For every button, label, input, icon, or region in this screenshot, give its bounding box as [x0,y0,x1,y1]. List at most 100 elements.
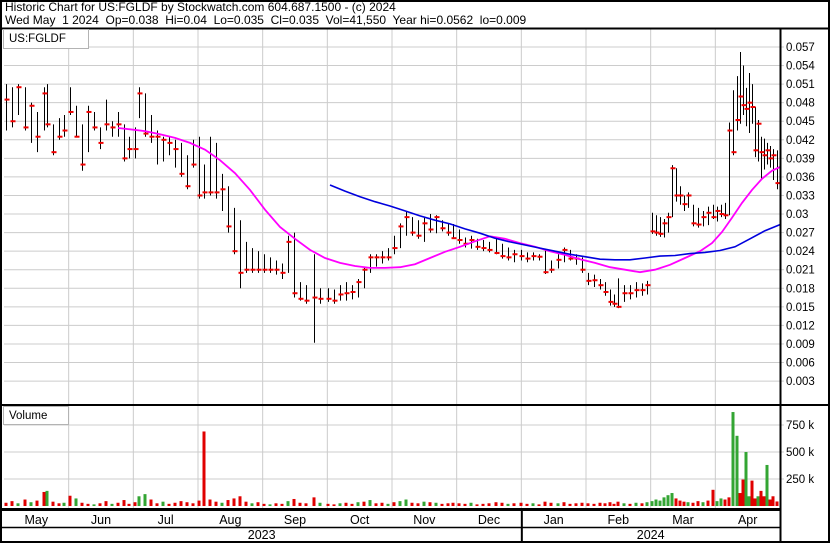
close-tick [332,299,338,302]
close-tick [765,149,771,152]
close-tick [670,167,676,170]
volume-bar [149,499,153,506]
close-tick [191,163,197,166]
month-label: Nov [413,513,436,527]
volume-bar [416,503,420,506]
volume-bar [469,502,473,506]
close-tick [512,253,518,256]
close-tick [580,268,586,271]
volume-bar [179,501,183,506]
volume-bar [592,503,596,506]
volume-bar [133,502,137,506]
volume-bar [612,503,616,506]
volume-bar [701,502,705,506]
close-tick [292,292,298,295]
volume-bar [143,494,147,506]
close-tick [682,203,688,206]
volume-bar [80,502,84,506]
volume-bar [650,501,654,506]
price-axis-label: 0.036 [786,172,815,184]
volume-bar [250,503,254,506]
volume-bar [762,496,766,506]
volume-bar [202,431,206,506]
volume-bar [662,497,666,506]
volume-bar [232,498,236,506]
close-tick [57,135,63,138]
close-tick [122,157,128,160]
close-tick [74,135,80,138]
close-tick [10,120,16,123]
volume-bar [622,503,626,506]
close-tick [543,271,549,274]
close-tick [519,255,525,258]
close-tick [696,223,702,226]
volume-bar [29,502,33,506]
close-tick [167,141,173,144]
close-tick [344,292,350,295]
price-axis-label: 0.033 [786,190,815,202]
volume-bar [185,502,189,506]
close-tick [603,290,609,293]
close-tick [226,225,232,228]
volume-bar [735,435,739,506]
volume-bar [368,500,372,506]
volume-axis-label: 500 k [786,447,814,459]
volume-bar [392,502,396,506]
volume-bar [344,502,348,506]
volume-bar [666,495,670,506]
volume-bar [57,503,61,506]
volume-bar [519,502,523,506]
price-axis-label: 0.039 [786,153,815,165]
close-tick [645,284,651,287]
month-label: Dec [478,513,500,527]
volume-bar [674,498,678,506]
close-tick [110,126,116,129]
volume-label: Volume [9,409,48,422]
volume-bar [318,502,322,506]
close-tick [451,237,457,240]
close-tick [197,194,203,197]
price-axis-label: 0.03 [786,209,808,221]
year-label: 2023 [248,528,276,542]
volume-bar [434,502,438,506]
close-tick [756,122,762,125]
volume-bar [410,502,414,506]
close-tick [666,216,672,219]
close-tick [706,211,712,214]
price-axis-label: 0.054 [786,61,815,73]
volume-bar [268,504,272,506]
volume-bar [598,502,602,506]
close-tick [747,101,753,104]
close-tick [304,299,310,302]
volume-axis-label: 250 k [786,474,814,486]
volume-bar [35,500,39,506]
close-tick [715,209,721,212]
volume-bar [92,504,96,506]
close-tick [598,284,604,287]
volume-bar [775,501,779,506]
close-tick [711,216,717,219]
volume-bar [759,490,763,506]
volume-bar [161,501,165,506]
volume-bar [440,503,444,506]
close-tick [298,297,304,300]
volume-bar [658,500,662,506]
close-tick [753,149,759,152]
volume-bar [137,496,141,506]
volume-bar [723,499,727,506]
volume-bar [4,502,8,506]
volume-bar [628,503,632,506]
close-tick [549,268,555,271]
volume-bar [691,502,695,506]
volume-bar [220,502,224,506]
close-tick [616,305,622,308]
volume-bar [741,479,745,506]
price-axis-label: 0.051 [786,79,815,91]
volume-bar [68,495,72,506]
volume-bar [74,498,78,506]
volume-bar [350,503,354,506]
volume-bar [747,496,751,506]
volume-bar [362,501,366,506]
close-tick [404,216,410,219]
close-tick [155,135,161,138]
